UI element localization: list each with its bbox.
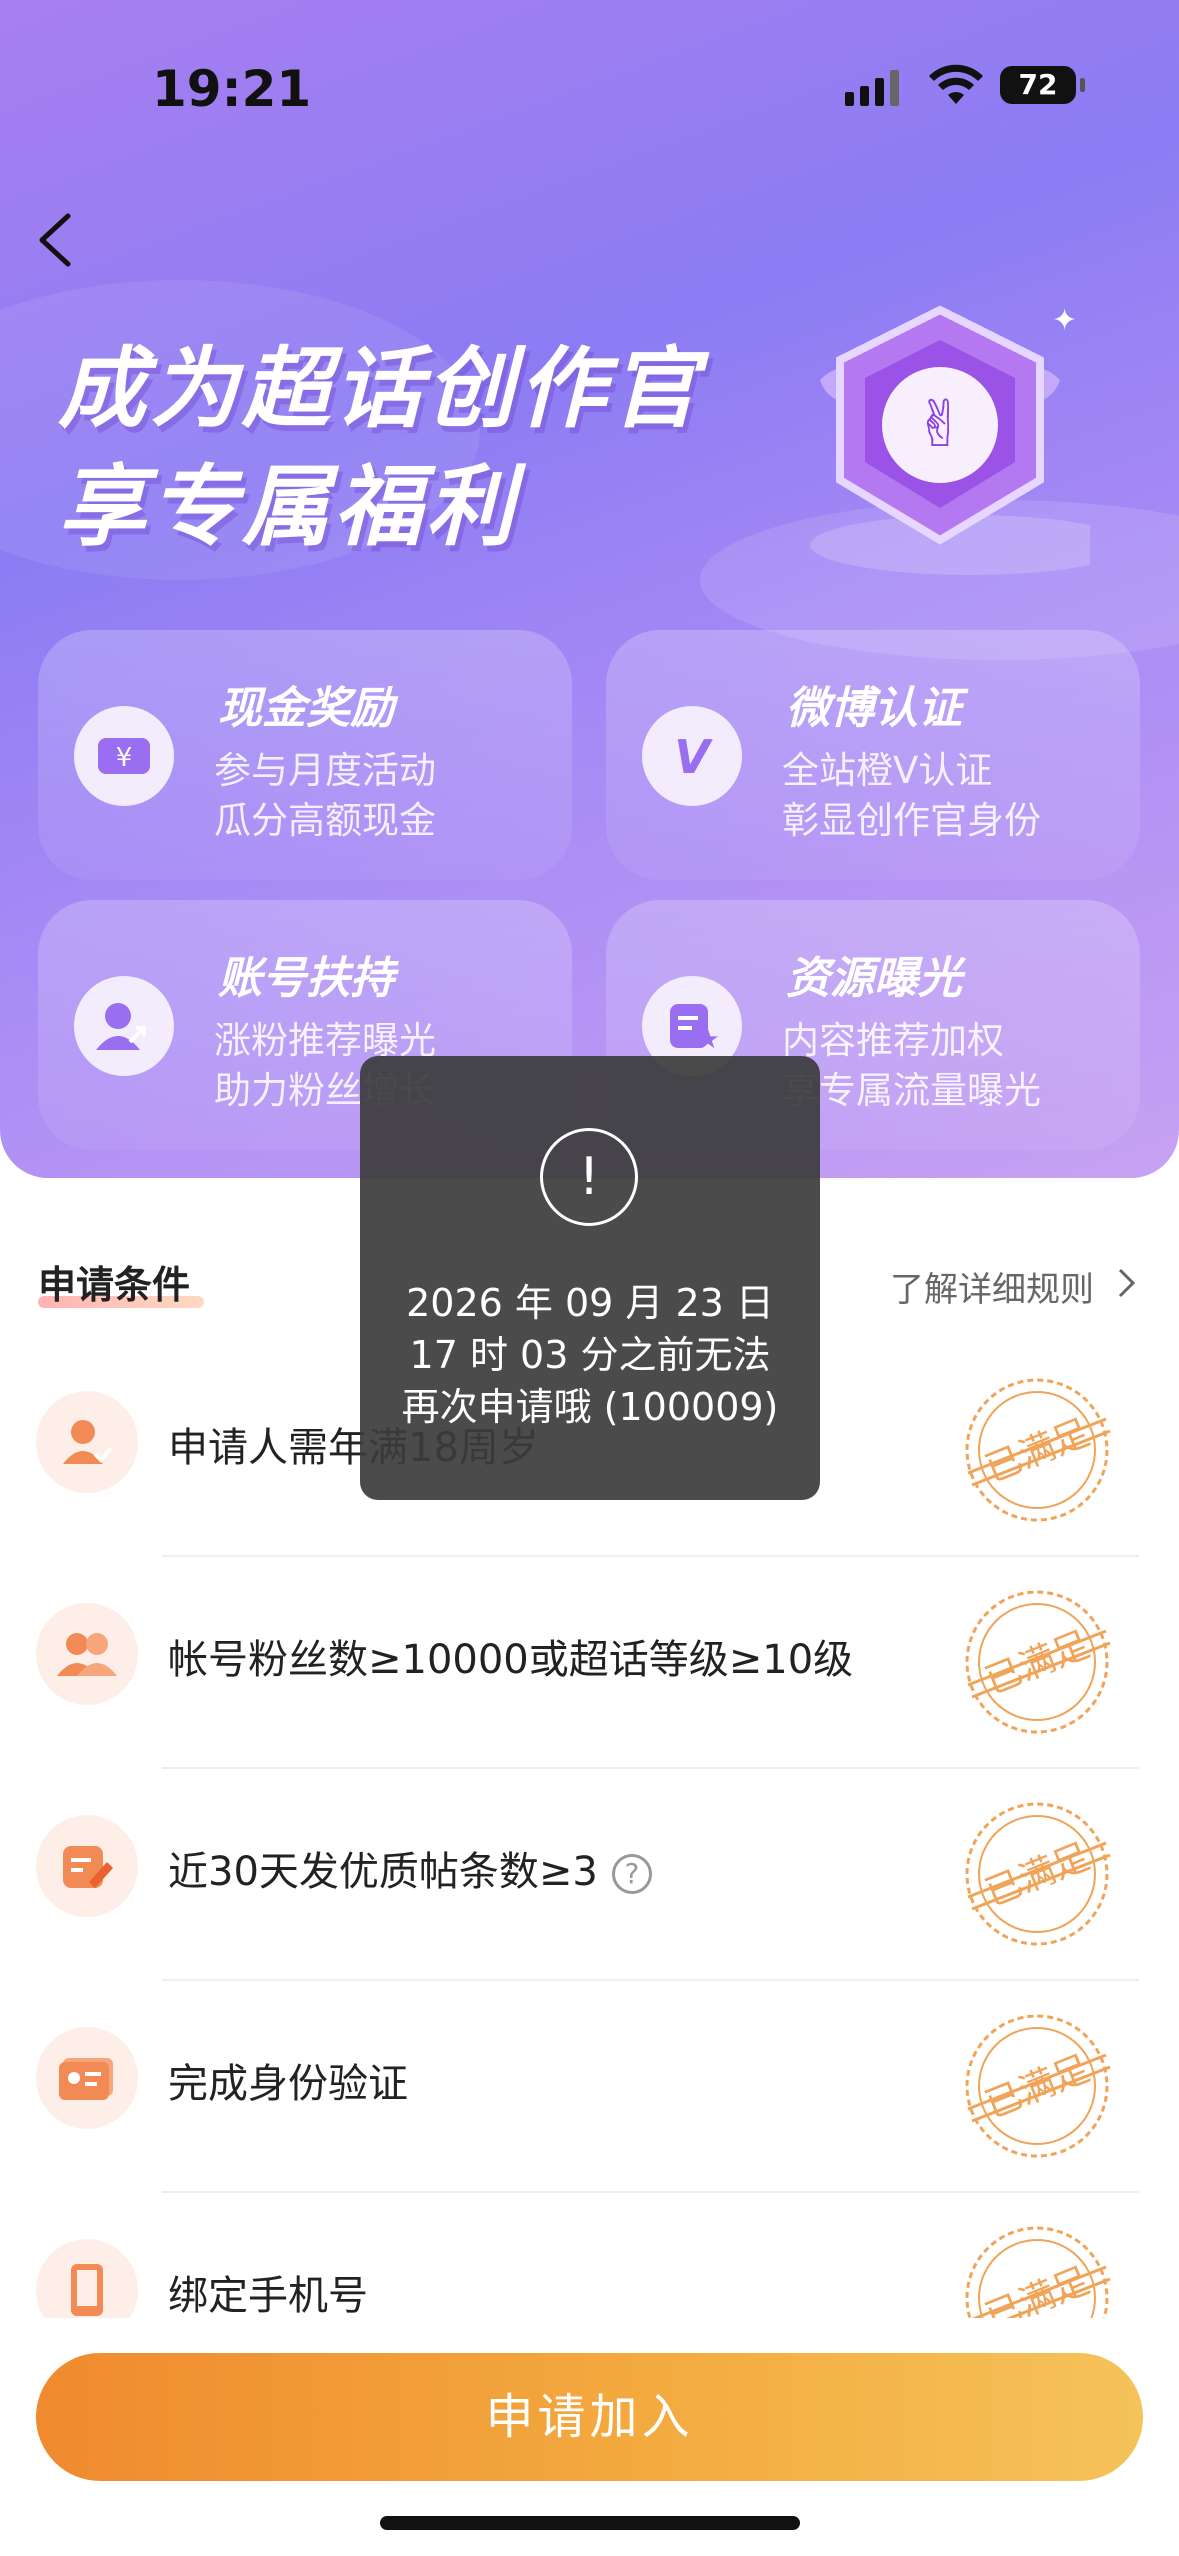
benefit-desc: 瓜分高额现金: [214, 799, 436, 842]
benefit-desc: 参与月度活动: [214, 749, 436, 792]
condition-label: 近30天发优质帖条数≥3?: [168, 1839, 652, 1897]
svg-text:V: V: [674, 731, 713, 781]
apply-join-button[interactable]: 申请加入: [36, 2353, 1143, 2481]
condition-label: 帐号粉丝数≥10000或超话等级≥10级: [168, 1637, 854, 1683]
condition-label: 完成身份验证: [168, 2061, 408, 2107]
cash-ticket-icon: ¥: [74, 706, 174, 806]
hero-title-line1: 成为超话创作官: [58, 337, 703, 440]
benefit-card-cash: ¥ 现金奖励 参与月度活动 瓜分高额现金: [38, 630, 572, 880]
benefit-title: 资源曝光: [786, 953, 962, 1004]
benefit-desc: 享专属流量曝光: [782, 1069, 1041, 1112]
fulfilled-stamp: 已满足: [965, 2014, 1111, 2158]
user-growth-icon: [74, 976, 174, 1076]
condition-label: 绑定手机号: [168, 2273, 368, 2319]
creator-badge-icon: ✌ ✦ ✦: [810, 303, 1090, 575]
benefit-title: 现金奖励: [218, 683, 394, 734]
benefit-desc: 彰显创作官身份: [782, 799, 1041, 842]
stamp-text: 已满足: [980, 1412, 1096, 1490]
v-verify-icon: V: [642, 706, 742, 806]
condition-row: 近30天发优质帖条数≥3? 已满足: [0, 1769, 1179, 1981]
benefit-title: 微博认证: [786, 683, 962, 734]
benefit-card-verify: V 微博认证 全站橙V认证 彰显创作官身份: [606, 630, 1140, 880]
edit-post-icon: [36, 1815, 138, 1917]
stamp-text: 已满足: [980, 1836, 1096, 1914]
fans-icon: [36, 1603, 138, 1705]
benefit-desc: 内容推荐加权: [782, 1019, 1004, 1062]
hero-banner: 19:21 72 成为超话创作官 享专属福利 ✌ ✦ ✦ ¥ 现金奖励: [0, 0, 1179, 1178]
status-bar: 19:21 72: [0, 60, 1179, 120]
hero-title-line2: 享专属福利: [58, 455, 519, 558]
condition-label-text: 近30天发优质帖条数≥3: [168, 1849, 598, 1895]
id-card-icon: [36, 2027, 138, 2129]
chevron-right-icon[interactable]: [1116, 1266, 1138, 1300]
rules-link[interactable]: 了解详细规则: [890, 1262, 1094, 1311]
error-toast: ! 2026 年 09 月 23 日 17 时 03 分之前无法 再次申请哦 (…: [360, 1056, 820, 1500]
help-icon[interactable]: ?: [611, 1854, 652, 1894]
conditions-title: 申请条件: [38, 1263, 191, 1307]
person-check-icon: [36, 1391, 138, 1493]
battery-icon: 72: [1000, 66, 1076, 104]
condition-row: 完成身份验证 已满足: [0, 1981, 1179, 2193]
cellular-signal-icon: [845, 70, 899, 106]
battery-tip: [1080, 78, 1085, 92]
condition-row: 帐号粉丝数≥10000或超话等级≥10级 已满足: [0, 1557, 1179, 1769]
svg-text:✌: ✌: [913, 388, 967, 462]
svg-text:★: ★: [696, 1025, 719, 1054]
svg-text:✦: ✦: [1052, 303, 1077, 338]
exclamation-icon: !: [540, 1128, 638, 1226]
benefit-title: 账号扶持: [218, 953, 394, 1004]
back-arrow-icon[interactable]: [30, 210, 80, 270]
toast-line: 2026 年 09 月 23 日: [406, 1281, 774, 1325]
stamp-text: 已满足: [980, 2048, 1096, 2126]
fulfilled-stamp: 已满足: [965, 1378, 1111, 1522]
stamp-text: 已满足: [980, 1624, 1096, 1702]
toast-line: 17 时 03 分之前无法: [409, 1333, 771, 1377]
hero-title: 成为超话创作官 享专属福利: [58, 330, 702, 566]
status-time: 19:21: [152, 60, 312, 118]
svg-text:¥: ¥: [116, 743, 133, 773]
benefit-desc: 全站橙V认证: [782, 749, 993, 792]
fulfilled-stamp: 已满足: [965, 1590, 1111, 1734]
fulfilled-stamp: 已满足: [965, 1802, 1111, 1946]
wifi-icon: [929, 64, 983, 104]
home-indicator[interactable]: [380, 2516, 800, 2530]
toast-line: 再次申请哦 (100009): [401, 1385, 779, 1429]
